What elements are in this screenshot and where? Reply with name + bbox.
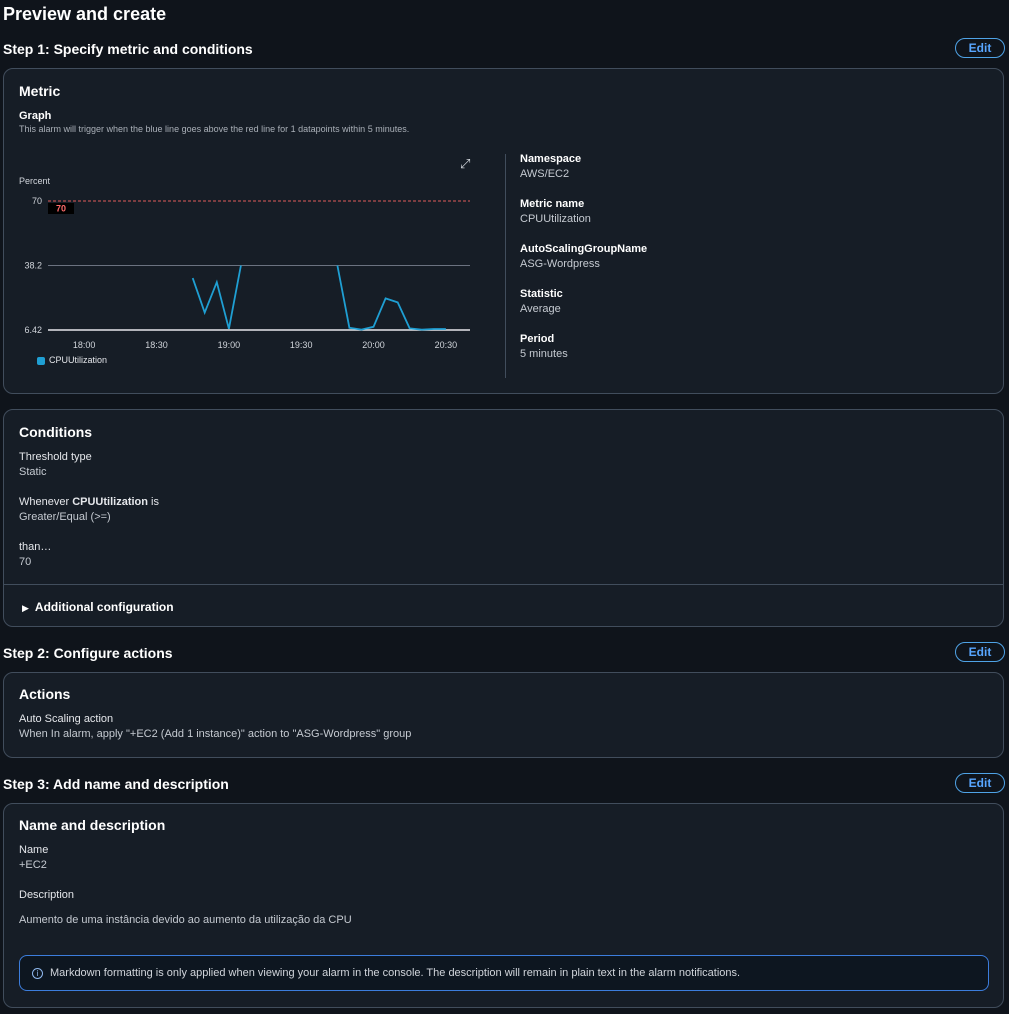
- series-line: [336, 265, 446, 331]
- detail-value: CPUUtilization: [520, 213, 591, 225]
- than-value: 70: [19, 556, 32, 568]
- x-tick-label: 18:30: [145, 340, 168, 350]
- x-tick-label: 19:30: [290, 340, 313, 350]
- x-tick-label: 18:00: [73, 340, 96, 350]
- y-tick-label: 38.2: [24, 261, 42, 271]
- detail-value: AWS/EC2: [520, 168, 570, 180]
- threshold-label: 70: [56, 204, 66, 214]
- whenever-metric: CPUUtilization: [72, 496, 148, 508]
- operator-value: Greater/Equal (>=): [19, 511, 111, 523]
- detail-label: Metric name: [520, 198, 585, 210]
- conditions-panel: Conditions Threshold type Static Wheneve…: [3, 409, 1004, 627]
- step2-edit-button[interactable]: Edit: [955, 642, 1005, 662]
- caret-right-icon: ▶: [22, 603, 29, 613]
- description-value: Aumento de uma instância devido ao aumen…: [19, 914, 352, 926]
- detail-label: Period: [520, 333, 555, 345]
- actions-panel: Actions Auto Scaling action When In alar…: [3, 672, 1004, 758]
- legend-swatch: [37, 356, 45, 365]
- chart-legend: CPUUtilization: [37, 355, 107, 365]
- metric-chart: 6.42 38.2 70 70 18:00 18:30 19:00 19:30 20:00 20…: [24, 196, 470, 350]
- threshold-type-value: Static: [19, 466, 47, 478]
- step3-edit-button[interactable]: Edit: [955, 773, 1005, 793]
- detail-value: 5 minutes: [520, 348, 568, 360]
- graph-label: Graph: [19, 110, 52, 122]
- x-tick-label: 20:00: [362, 340, 385, 350]
- name-description-panel: Name and description Name +EC2 Descripti…: [3, 803, 1004, 1008]
- than-label: than…: [19, 541, 52, 553]
- whenever-suffix: is: [147, 496, 159, 508]
- legend-label: CPUUtilization: [49, 355, 108, 365]
- step2-title: Step 2: Configure actions: [3, 645, 173, 661]
- detail-value: ASG-Wordpress: [520, 258, 600, 270]
- auto-scaling-action-value: When In alarm, apply "+EC2 (Add 1 instan…: [19, 728, 412, 740]
- conditions-divider: [4, 584, 1003, 585]
- metric-panel-title: Metric: [19, 83, 61, 99]
- series-line: [191, 265, 242, 330]
- whenever-prefix: Whenever: [19, 496, 73, 508]
- conditions-title: Conditions: [19, 424, 93, 440]
- metric-panel: Metric Graph This alarm will trigger whe…: [3, 68, 1004, 394]
- actions-title: Actions: [19, 686, 71, 702]
- additional-config-toggle[interactable]: ▶ Additional configuration: [22, 600, 174, 614]
- y-tick-label: 6.42: [24, 325, 42, 335]
- name-value: +EC2: [19, 859, 47, 871]
- info-text: Markdown formatting is only applied when…: [50, 967, 741, 979]
- name-label: Name: [19, 844, 49, 856]
- detail-label: AutoScalingGroupName: [520, 243, 648, 255]
- step1-title: Step 1: Specify metric and conditions: [3, 41, 253, 57]
- info-icon: i: [32, 967, 43, 979]
- y-tick-label: 70: [32, 196, 42, 206]
- x-tick-label: 19:00: [218, 340, 241, 350]
- name-description-title: Name and description: [19, 817, 166, 833]
- expand-icon[interactable]: ⤢: [460, 156, 470, 172]
- additional-config-label: Additional configuration: [34, 600, 174, 614]
- auto-scaling-action-label: Auto Scaling action: [19, 713, 114, 725]
- description-label: Description: [19, 889, 75, 901]
- detail-label: Statistic: [520, 288, 563, 300]
- info-alert: i Markdown formatting is only applied wh…: [19, 955, 989, 991]
- metric-divider: [505, 154, 506, 378]
- detail-value: Average: [520, 303, 561, 315]
- step3-title: Step 3: Add name and description: [3, 776, 229, 792]
- whenever-label: Whenever CPUUtilization is: [19, 496, 159, 508]
- threshold-type-label: Threshold type: [19, 451, 92, 463]
- step1-edit-button[interactable]: Edit: [955, 38, 1005, 58]
- x-tick-label: 20:30: [435, 340, 458, 350]
- detail-label: Namespace: [520, 153, 582, 165]
- page-title: Preview and create: [3, 4, 167, 24]
- graph-description: This alarm will trigger when the blue li…: [19, 124, 410, 134]
